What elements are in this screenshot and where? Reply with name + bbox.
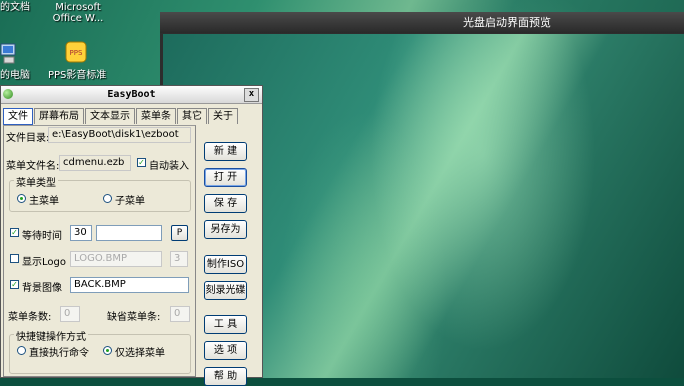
pps-player-icon[interactable]: PPS: [64, 40, 88, 67]
burn-cd-button[interactable]: 刻录光碟: [204, 281, 247, 300]
tab-file[interactable]: 文件: [3, 108, 33, 125]
tab-text-display[interactable]: 文本显示: [85, 108, 135, 124]
save-button[interactable]: 保 存: [204, 194, 247, 213]
direct-exec-radio[interactable]: [17, 346, 26, 355]
app-icon: [3, 89, 13, 99]
auto-load-label: 自动装入: [149, 161, 189, 172]
file-tab-panel: 文件目录: e:\EasyBoot\disk1\ezboot 菜单文件名: cd…: [3, 125, 196, 377]
office-label-line2: Office W...: [52, 13, 104, 24]
direct-exec-label: 直接执行命令: [29, 348, 89, 359]
svg-text:PPS: PPS: [70, 49, 83, 57]
preview-window-title: 光盘启动界面预览: [160, 12, 684, 33]
new-button[interactable]: 新 建: [204, 142, 247, 161]
wait-time-checkbox[interactable]: ✓: [10, 228, 19, 237]
tab-screen-layout[interactable]: 屏幕布局: [34, 108, 84, 124]
default-menu-label: 缺省菜单条:: [107, 312, 161, 323]
hotkey-label: 快捷键操作方式: [14, 328, 88, 343]
wait-time-field[interactable]: 30: [70, 225, 92, 241]
desktop-icon-label-microsoft-office[interactable]: Microsoft Office W...: [48, 2, 108, 24]
main-menu-radio[interactable]: [17, 194, 26, 203]
select-only-radio[interactable]: [103, 346, 112, 355]
easyboot-window: EasyBoot x 文件 屏幕布局 文本显示 菜单条 其它 关于 文件目录: …: [0, 85, 263, 386]
desktop-icon-label-my-computer[interactable]: 的电脑: [0, 70, 30, 81]
auto-load-checkbox[interactable]: ✓: [137, 158, 146, 167]
desktop-icon-label-pps[interactable]: PPS影音标准: [48, 70, 106, 81]
bg-image-label: 背景图像: [22, 283, 62, 294]
sub-menu-radio[interactable]: [103, 194, 112, 203]
file-dir-label: 文件目录:: [6, 133, 50, 144]
office-label-line1: Microsoft: [55, 2, 101, 13]
wait-time-label: 等待时间: [22, 231, 62, 242]
easyboot-title: EasyBoot: [107, 89, 156, 100]
menu-type-label: 菜单类型: [14, 174, 58, 189]
close-button[interactable]: x: [244, 88, 259, 102]
tab-other[interactable]: 其它: [177, 108, 207, 124]
sub-menu-label: 子菜单: [115, 196, 145, 207]
menu-file-field[interactable]: cdmenu.ezb: [59, 155, 131, 171]
help-button[interactable]: 帮 助: [204, 367, 247, 386]
main-menu-label: 主菜单: [29, 196, 59, 207]
menu-count-field[interactable]: 0: [60, 306, 80, 322]
desktop-icon-label-my-documents[interactable]: 的文档: [0, 2, 30, 13]
tab-bar: 文件 屏幕布局 文本显示 菜单条 其它 关于: [3, 108, 239, 125]
menu-file-label: 菜单文件名:: [6, 161, 60, 172]
make-iso-button[interactable]: 制作ISO: [204, 255, 247, 274]
default-menu-field[interactable]: 0: [170, 306, 190, 322]
bg-image-checkbox[interactable]: ✓: [10, 280, 19, 289]
bg-image-field[interactable]: BACK.BMP: [70, 277, 189, 293]
open-button[interactable]: 打 开: [204, 168, 247, 187]
logo-file-field[interactable]: LOGO.BMP: [70, 251, 162, 267]
tools-button[interactable]: 工 具: [204, 315, 247, 334]
logo-number-field[interactable]: 3: [170, 251, 188, 267]
wait-time-extra-field[interactable]: [96, 225, 162, 241]
computer-icon[interactable]: [0, 42, 18, 69]
easyboot-titlebar[interactable]: EasyBoot x: [1, 86, 262, 104]
show-logo-label: 显示Logo: [22, 257, 66, 268]
tab-menu-bar[interactable]: 菜单条: [136, 108, 176, 124]
menu-count-label: 菜单条数:: [8, 312, 52, 323]
file-dir-field[interactable]: e:\EasyBoot\disk1\ezboot: [48, 127, 191, 143]
options-button[interactable]: 选 项: [204, 341, 247, 360]
tab-about[interactable]: 关于: [208, 108, 238, 124]
p-button[interactable]: P: [171, 225, 188, 241]
show-logo-checkbox[interactable]: [10, 254, 19, 263]
save-as-button[interactable]: 另存为: [204, 220, 247, 239]
select-only-label: 仅选择菜单: [115, 348, 165, 359]
